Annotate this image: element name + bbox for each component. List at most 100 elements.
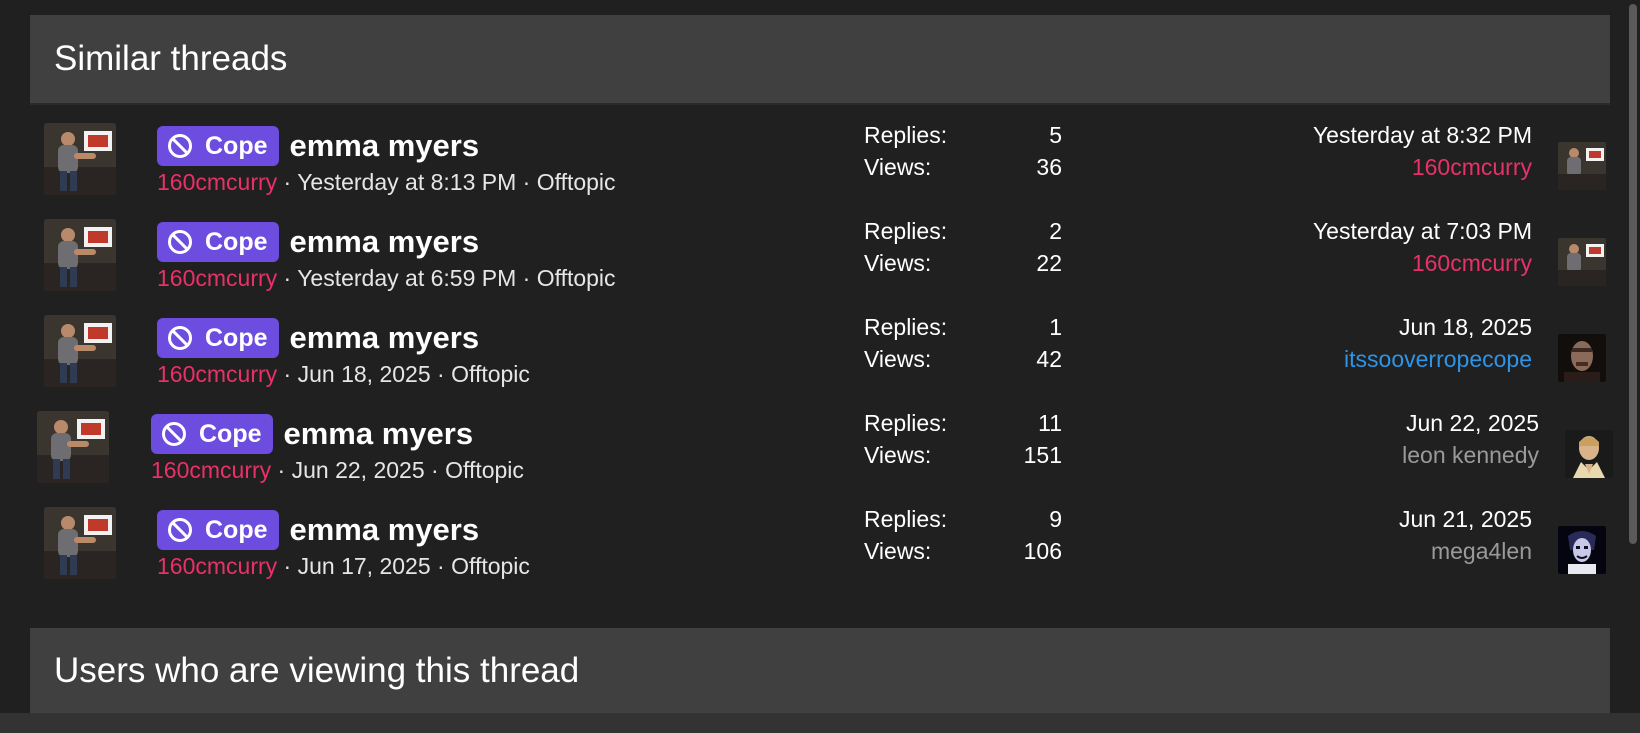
author-avatar[interactable] [44,219,116,291]
thread-prefix-badge[interactable]: Cope [157,222,279,262]
last-post-info: Jun 22, 2025 leon kennedy [1219,407,1539,471]
thread-author-link[interactable]: 160cmcurry [157,553,277,579]
thread-title-line: Cope emma myers [157,318,479,358]
views-count: 36 [1036,154,1062,180]
views-count: 42 [1036,346,1062,372]
thread-start-date[interactable]: Yesterday at 6:59 PM [297,265,516,291]
thread-title-line: Cope emma myers [151,414,473,454]
users-viewing-heading: Users who are viewing this thread [30,628,1610,716]
replies-label: Replies: [864,506,948,532]
meta-separator: · [277,361,298,387]
ban-icon [162,422,186,446]
thread-meta: 160cmcurry · Jun 22, 2025 · Offtopic [151,457,524,484]
thread-forum-link[interactable]: Offtopic [537,265,616,291]
thread-author-link[interactable]: 160cmcurry [157,361,277,387]
last-post-user[interactable]: itssooverropecope [1212,343,1532,375]
last-post-user[interactable]: mega4len [1212,535,1532,567]
thread-start-date[interactable]: Jun 18, 2025 [298,361,431,387]
thread-stats: Replies: 1 Views: 42 [864,311,1062,375]
vertical-scrollbar[interactable] [1629,4,1637,544]
last-poster-avatar[interactable] [1565,430,1613,478]
thread-stats: Replies: 2 Views: 22 [864,215,1062,279]
prefix-label: Cope [205,227,268,256]
views-count: 106 [1023,538,1062,564]
thread-stats: Replies: 11 Views: 151 [864,407,1062,471]
thread-author-link[interactable]: 160cmcurry [157,169,277,195]
thread-title-link[interactable]: emma myers [290,224,480,260]
thread-title-link[interactable]: emma myers [290,512,480,548]
thread-row: Cope emma myers 160cmcurry · Jun 17, 202… [30,497,1610,593]
replies-label: Replies: [864,122,948,148]
meta-separator: · [430,553,452,579]
last-post-info: Yesterday at 8:32 PM 160cmcurry [1212,119,1532,183]
thread-forum-link[interactable]: Offtopic [537,169,616,195]
thread-forum-link[interactable]: Offtopic [451,553,530,579]
users-viewing-block: Users who are viewing this thread [30,628,1610,716]
meta-separator: · [277,553,298,579]
last-post-date[interactable]: Yesterday at 8:32 PM [1212,119,1532,151]
replies-count: 9 [1049,506,1062,532]
thread-title-link[interactable]: emma myers [284,416,474,452]
author-avatar[interactable] [44,507,116,579]
thread-prefix-badge[interactable]: Cope [151,414,273,454]
views-label: Views: [864,538,932,564]
last-post-date[interactable]: Jun 22, 2025 [1219,407,1539,439]
thread-prefix-badge[interactable]: Cope [157,126,279,166]
thread-meta: 160cmcurry · Jun 18, 2025 · Offtopic [157,361,530,388]
last-post-user[interactable]: 160cmcurry [1212,151,1532,183]
thread-start-date[interactable]: Jun 17, 2025 [298,553,431,579]
author-avatar[interactable] [44,123,116,195]
ban-icon [168,326,192,350]
last-post-date[interactable]: Jun 21, 2025 [1212,503,1532,535]
thread-author-link[interactable]: 160cmcurry [151,457,271,483]
thread-title-link[interactable]: emma myers [290,128,480,164]
last-poster-avatar[interactable] [1558,142,1606,190]
thread-row: Cope emma myers 160cmcurry · Jun 22, 202… [30,401,1613,497]
last-poster-avatar[interactable] [1558,334,1606,382]
last-post-user[interactable]: 160cmcurry [1212,247,1532,279]
thread-title-link[interactable]: emma myers [290,320,480,356]
thread-meta: 160cmcurry · Jun 17, 2025 · Offtopic [157,553,530,580]
meta-separator: · [424,457,446,483]
last-post-date[interactable]: Jun 18, 2025 [1212,311,1532,343]
thread-author-link[interactable]: 160cmcurry [157,265,277,291]
meta-separator: · [271,457,292,483]
thread-start-date[interactable]: Yesterday at 8:13 PM [297,169,516,195]
thread-start-date[interactable]: Jun 22, 2025 [292,457,425,483]
thread-prefix-badge[interactable]: Cope [157,318,279,358]
ban-icon [168,518,192,542]
meta-separator: · [516,169,537,195]
prefix-label: Cope [205,515,268,544]
replies-label: Replies: [864,314,948,340]
last-post-info: Yesterday at 7:03 PM 160cmcurry [1212,215,1532,279]
similar-threads-block: Similar threads Cope emma myers 160cmcur… [30,15,1613,615]
last-poster-avatar[interactable] [1558,526,1606,574]
thread-meta: 160cmcurry · Yesterday at 6:59 PM · Offt… [157,265,616,292]
author-avatar[interactable] [44,315,116,387]
thread-row: Cope emma myers 160cmcurry · Jun 18, 202… [30,305,1610,401]
ban-icon [168,134,192,158]
thread-meta: 160cmcurry · Yesterday at 8:13 PM · Offt… [157,169,616,196]
thread-stats: Replies: 5 Views: 36 [864,119,1062,183]
thread-forum-link[interactable]: Offtopic [451,361,530,387]
thread-forum-link[interactable]: Offtopic [445,457,524,483]
prefix-label: Cope [205,131,268,160]
thread-row: Cope emma myers 160cmcurry · Yesterday a… [30,113,1610,209]
thread-stats: Replies: 9 Views: 106 [864,503,1062,567]
views-label: Views: [864,250,932,276]
page-bottom-strip [0,713,1640,733]
views-label: Views: [864,346,932,372]
last-post-date[interactable]: Yesterday at 7:03 PM [1212,215,1532,247]
meta-separator: · [516,265,537,291]
page: Similar threads Cope emma myers 160cmcur… [0,0,1640,733]
last-post-info: Jun 21, 2025 mega4len [1212,503,1532,567]
views-count: 151 [1023,442,1062,468]
replies-count: 1 [1049,314,1062,340]
thread-prefix-badge[interactable]: Cope [157,510,279,550]
thread-title-line: Cope emma myers [157,126,479,166]
replies-label: Replies: [864,218,948,244]
meta-separator: · [277,169,298,195]
author-avatar[interactable] [37,411,109,483]
last-poster-avatar[interactable] [1558,238,1606,286]
last-post-user[interactable]: leon kennedy [1219,439,1539,471]
